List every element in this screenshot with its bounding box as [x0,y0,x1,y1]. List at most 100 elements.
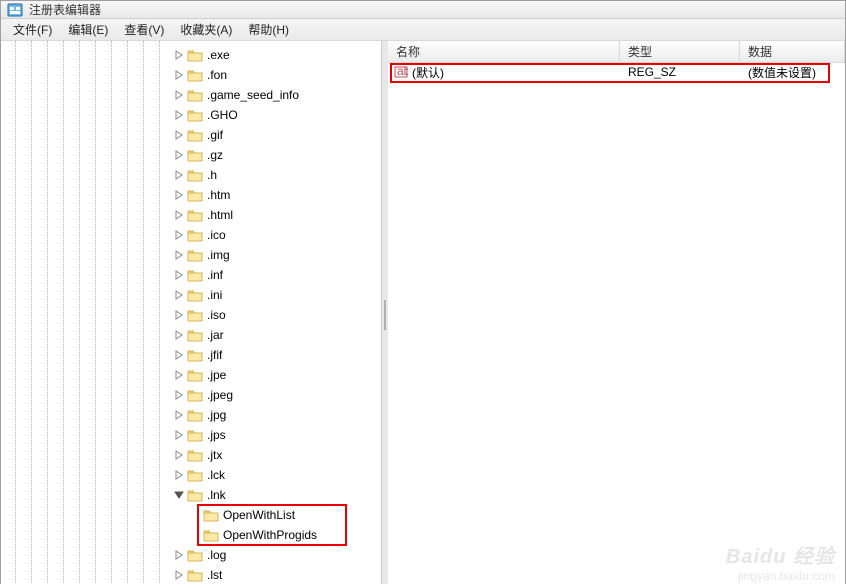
folder-icon [187,268,203,282]
tree-node[interactable]: .ini [173,285,381,305]
expand-toggle-icon[interactable] [173,169,185,181]
expand-toggle-icon[interactable] [173,409,185,421]
folder-icon [187,448,203,462]
tree-node[interactable]: .inf [173,265,381,285]
tree-node-label: .GHO [207,108,238,122]
tree-node[interactable]: .lck [173,465,381,485]
column-name[interactable]: 名称 [388,41,620,62]
titlebar: 注册表编辑器 [1,1,845,19]
cell-data: (数值未设置) [740,64,845,81]
menu-edit[interactable]: 编辑(E) [60,19,116,40]
column-type[interactable]: 类型 [620,41,740,62]
folder-icon [187,88,203,102]
svg-text:ab: ab [397,65,408,78]
tree-node[interactable]: .GHO [173,105,381,125]
tree-node[interactable]: .img [173,245,381,265]
tree-node[interactable]: .htm [173,185,381,205]
tree-node[interactable]: .lnk [173,485,381,505]
tree-node-label: .jtx [207,448,222,462]
tree-node[interactable]: .game_seed_info [173,85,381,105]
expand-toggle-icon[interactable] [173,269,185,281]
column-data[interactable]: 数据 [740,41,845,62]
row-name: (默认) [412,64,444,81]
tree-node[interactable]: .lst [173,565,381,584]
menu-favorites[interactable]: 收藏夹(A) [172,19,240,40]
folder-icon [187,428,203,442]
tree-node[interactable]: .log [173,545,381,565]
tree-node[interactable]: .jpg [173,405,381,425]
folder-icon [187,108,203,122]
expand-toggle-icon[interactable] [173,429,185,441]
tree-node[interactable]: .jpeg [173,385,381,405]
expand-toggle-icon[interactable] [173,369,185,381]
folder-icon [187,248,203,262]
expand-toggle-icon[interactable] [173,149,185,161]
tree-node-label: .ini [207,288,222,302]
tree-node[interactable]: .jfif [173,345,381,365]
expand-toggle-icon[interactable] [173,229,185,241]
tree-pane[interactable]: .exe .fon .game_seed_info .GHO .gif .gz.h .htm… [1,41,382,584]
expand-toggle-icon[interactable] [173,349,185,361]
tree-node[interactable]: .gif [173,125,381,145]
tree-node[interactable]: .h [173,165,381,185]
menu-view[interactable]: 查看(V) [116,19,172,40]
menu-file[interactable]: 文件(F) [5,19,60,40]
tree-node[interactable]: .iso [173,305,381,325]
menu-help[interactable]: 帮助(H) [240,19,297,40]
folder-icon [187,388,203,402]
tree-node-label: .html [207,208,233,222]
tree-node[interactable]: .fon [173,65,381,85]
expand-toggle-icon[interactable] [173,469,185,481]
tree-node[interactable]: .jpe [173,365,381,385]
tree-node-label: .jpeg [207,388,233,402]
expand-toggle-icon[interactable] [173,569,185,581]
tree-node[interactable]: .jtx [173,445,381,465]
tree-node-label: .gif [207,128,223,142]
expand-toggle-icon[interactable] [173,249,185,261]
expand-toggle-icon[interactable] [173,209,185,221]
expand-toggle-icon[interactable] [173,549,185,561]
expand-toggle-icon[interactable] [173,109,185,121]
expand-toggle-icon[interactable] [173,449,185,461]
folder-icon [187,328,203,342]
expand-toggle-icon[interactable] [173,49,185,61]
folder-icon [187,228,203,242]
tree-child-node[interactable]: OpenWithProgids [173,525,381,545]
tree-node-label: .lck [207,468,225,482]
expand-toggle-icon[interactable] [173,309,185,321]
menubar: 文件(F) 编辑(E) 查看(V) 收藏夹(A) 帮助(H) [1,19,845,41]
expand-toggle-icon[interactable] [173,189,185,201]
list-row[interactable]: ab (默认) REG_SZ (数值未设置) [388,63,845,81]
tree-node-label: .jfif [207,348,222,362]
tree-node-label: .jpe [207,368,226,382]
expand-toggle-icon[interactable] [173,389,185,401]
string-value-icon: ab [394,65,408,79]
folder-icon [187,48,203,62]
tree-node-label: .htm [207,188,230,202]
tree-node[interactable]: .html [173,205,381,225]
expand-toggle-icon[interactable] [173,89,185,101]
tree-node[interactable]: .ico [173,225,381,245]
tree-node[interactable]: .jps [173,425,381,445]
expand-toggle-icon[interactable] [173,69,185,81]
expand-toggle-icon[interactable] [173,489,185,501]
tree-node-label: OpenWithList [223,508,295,522]
folder-icon [187,288,203,302]
expand-toggle-icon[interactable] [173,289,185,301]
folder-icon [203,508,219,522]
expand-toggle-icon[interactable] [173,129,185,141]
expand-toggle-icon[interactable] [173,329,185,341]
tree-node-label: .fon [207,68,227,82]
folder-icon [187,548,203,562]
tree-node[interactable]: .jar [173,325,381,345]
folder-icon [187,208,203,222]
tree-node[interactable]: .exe [173,45,381,65]
list-body[interactable]: ab (默认) REG_SZ (数值未设置) [388,63,845,584]
tree-child-node[interactable]: OpenWithList [173,505,381,525]
tree-node-label: .img [207,248,230,262]
cell-name: ab (默认) [388,64,620,81]
registry-editor-window: 注册表编辑器 文件(F) 编辑(E) 查看(V) 收藏夹(A) 帮助(H) .e… [0,0,846,584]
folder-icon [187,168,203,182]
folder-icon [187,308,203,322]
tree-node[interactable]: .gz [173,145,381,165]
